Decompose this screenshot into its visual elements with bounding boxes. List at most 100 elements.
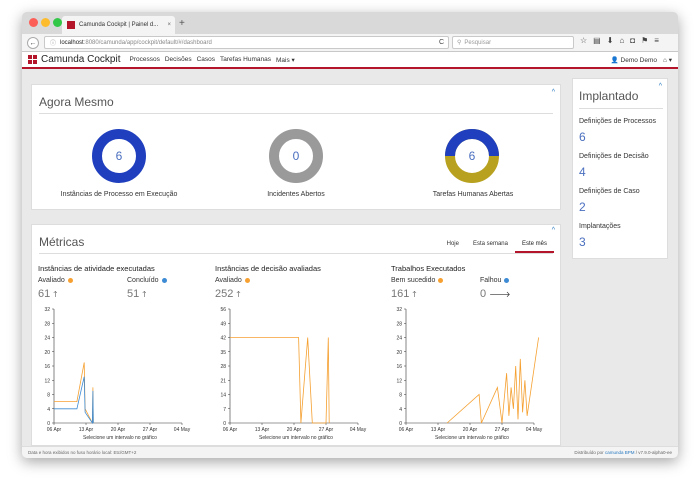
collapse-icon[interactable]: ^ <box>552 89 555 96</box>
value-text: 51 <box>127 288 140 300</box>
top-navbar: Camunda Cockpit Processos Decisões Casos… <box>22 52 678 69</box>
donut-open-human-tasks[interactable]: 6 <box>445 129 499 183</box>
y-tick-label: 28 <box>396 321 402 327</box>
x-tick-label: 13 Apr <box>255 427 270 433</box>
series-line <box>54 362 94 424</box>
home-menu[interactable]: ⌂ ▾ <box>663 56 672 64</box>
deployed-panel: Implantado ^ Definições de Processos 6 D… <box>572 78 668 259</box>
x-tick-label: 27 Apr <box>319 427 334 433</box>
select-interval-hint: Selecione um intervalo no gráfico <box>259 435 333 441</box>
donut-value: 0 <box>293 149 300 163</box>
extension-icon[interactable]: ⚑ <box>641 36 648 45</box>
x-tick-label: 04 May <box>350 427 367 433</box>
orange-dot-icon <box>67 278 73 283</box>
arrow-up-icon: 🡑 <box>412 290 417 299</box>
deployed-label-case-definitions: Definições de Caso <box>579 188 640 195</box>
menu-processos[interactable]: Processos <box>129 56 159 64</box>
main-menu: Processos Decisões Casos Tarefas Humanas… <box>129 56 294 64</box>
metric-value-completed: 51 🡑 <box>127 288 146 303</box>
select-interval-hint: Selecione um intervalo no gráfico <box>83 435 157 441</box>
legend-label: Bem sucedido <box>391 277 436 284</box>
home-icon[interactable]: ⌂ <box>619 36 624 45</box>
legend-label: Avaliado <box>38 277 65 284</box>
browser-search-input[interactable]: ⚲ Pesquisar <box>452 36 574 49</box>
metric-value-failed: 0 🡒 <box>480 288 511 300</box>
donut-open-incidents[interactable]: 0 <box>269 129 323 183</box>
user-icon: 👤 <box>610 56 619 64</box>
hamburger-menu-icon[interactable]: ≡ <box>654 36 659 45</box>
maximize-window-button[interactable] <box>53 18 62 27</box>
value-text: 252 <box>215 288 234 300</box>
minimize-window-button[interactable] <box>41 18 50 27</box>
metric-card-title: Trabalhos Executados <box>391 264 466 273</box>
browser-tab-bar: Camunda Cockpit | Painel d... × + <box>22 12 678 34</box>
deployed-count-case-definitions[interactable]: 2 <box>579 200 586 214</box>
metric-legend-completed[interactable]: Concluído <box>127 277 167 284</box>
menu-casos[interactable]: Casos <box>197 56 215 64</box>
now-panel: Agora Mesmo ^ 6 Instâncias de Processo e… <box>31 84 561 210</box>
chart-decision-instances[interactable]: 071421283542495606 Apr 13 Apr 20 Apr 27 Apr… <box>208 305 384 435</box>
user-area: 👤 Demo Demo ⌂ ▾ <box>611 56 672 64</box>
tab-este-mes[interactable]: Este mês <box>514 238 554 253</box>
donut-running-instances[interactable]: 6 <box>92 129 146 183</box>
chart-activity-instances[interactable]: 04812162024283206 Apr 13 Apr 20 Apr 27 Apr 0… <box>32 305 208 435</box>
now-divider <box>39 113 553 114</box>
browser-tab[interactable]: Camunda Cockpit | Painel d... × <box>62 16 175 34</box>
metrics-panel: Métricas ^ Hoje Esta semana Este mês Ins… <box>31 224 561 446</box>
deployed-count-process-definitions[interactable]: 6 <box>579 130 586 144</box>
collapse-icon[interactable]: ^ <box>552 227 555 234</box>
y-tick-label: 20 <box>396 350 402 356</box>
url-host: localhost <box>60 39 84 46</box>
collapse-icon[interactable]: ^ <box>659 83 662 90</box>
y-tick-label: 14 <box>220 393 226 399</box>
metric-legend-evaluated[interactable]: Avaliado <box>38 277 73 284</box>
arrow-right-icon: 🡒 <box>489 290 511 299</box>
pocket-icon[interactable]: ◘ <box>630 36 635 45</box>
arrow-up-icon: 🡑 <box>236 290 241 299</box>
search-placeholder: Pesquisar <box>464 39 492 46</box>
deployed-count-deployments[interactable]: 3 <box>579 235 586 249</box>
new-tab-button[interactable]: + <box>179 18 185 29</box>
reload-icon[interactable]: C <box>439 39 444 46</box>
series-line <box>446 337 539 424</box>
metric-legend-succeeded[interactable]: Bem sucedido <box>391 277 444 284</box>
browser-toolbar: ← ⓘ localhost :8080/camunda/app/cockpit/… <box>22 34 678 52</box>
user-name: Demo Demo <box>620 56 657 64</box>
metric-legend-failed[interactable]: Falhou <box>480 277 510 284</box>
brand[interactable]: Camunda Cockpit <box>28 54 120 65</box>
bookmark-star-icon[interactable]: ☆ <box>580 36 587 45</box>
metric-value-evaluated: 252 🡑 <box>215 288 241 303</box>
tab-close-icon[interactable]: × <box>167 22 171 28</box>
donut-label: Incidentes Abertos <box>267 191 325 198</box>
address-bar[interactable]: ⓘ localhost :8080/camunda/app/cockpit/de… <box>44 36 449 49</box>
deployed-count-decision-definitions[interactable]: 4 <box>579 165 586 179</box>
reading-list-icon[interactable]: ▤ <box>593 36 601 45</box>
back-arrow-icon[interactable]: ← <box>27 37 39 49</box>
y-tick-label: 20 <box>44 350 50 356</box>
tab-hoje[interactable]: Hoje <box>440 238 466 253</box>
series-line <box>230 337 330 424</box>
cockpit-app: Camunda Cockpit Processos Decisões Casos… <box>22 52 678 446</box>
menu-mais[interactable]: Mais ▾ <box>276 56 295 64</box>
tab-esta-semana[interactable]: Esta semana <box>466 238 515 253</box>
chart-jobs-executed[interactable]: 04812162024283206 Apr 13 Apr 20 Apr 27 Apr 0… <box>384 305 560 435</box>
camunda-bpm-link[interactable]: camunda BPM <box>605 450 635 455</box>
y-tick-label: 24 <box>396 336 402 342</box>
donut-value: 6 <box>116 149 123 163</box>
y-tick-label: 28 <box>220 364 226 370</box>
download-icon[interactable]: ⬇ <box>607 36 614 45</box>
url-path: :8080/camunda/app/cockpit/default/#/dash… <box>83 39 212 46</box>
metric-legend-evaluated[interactable]: Avaliado <box>215 277 250 284</box>
menu-tarefas-humanas[interactable]: Tarefas Humanas <box>220 56 271 64</box>
close-window-button[interactable] <box>29 18 38 27</box>
y-tick-label: 4 <box>47 407 50 413</box>
x-tick-label: 06 Apr <box>223 427 238 433</box>
legend-label: Concluído <box>127 277 159 284</box>
user-menu[interactable]: 👤 Demo Demo <box>611 56 657 64</box>
menu-decisoes[interactable]: Decisões <box>165 56 192 64</box>
legend-label: Avaliado <box>215 277 242 284</box>
brand-name: Camunda Cockpit <box>41 54 121 65</box>
y-tick-label: 4 <box>399 407 402 413</box>
arrow-up-icon: 🡑 <box>142 290 147 299</box>
x-tick-label: 13 Apr <box>431 427 446 433</box>
